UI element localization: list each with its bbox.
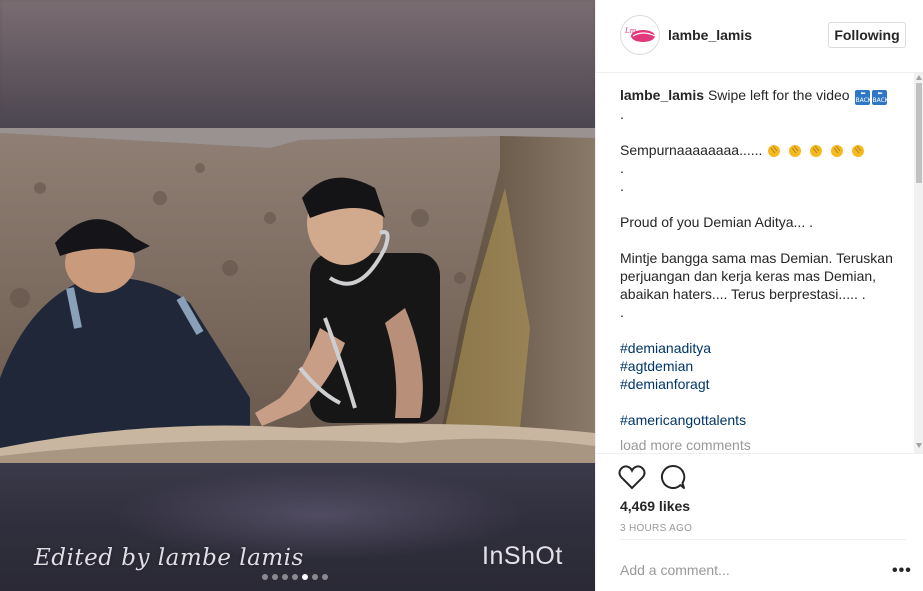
add-comment-bar: Add a comment... ••• — [620, 539, 911, 591]
caption-username[interactable]: lambe_lamis — [620, 87, 704, 103]
post-sidebar: Lm lambe_lamis Following lambe_lamis Swi… — [595, 0, 923, 591]
svg-text:Lm: Lm — [624, 27, 637, 35]
post-timestamp: 3 HOURS AGO — [620, 523, 693, 534]
back-arrow-icon: ⬅ BACK — [855, 90, 872, 105]
comment-bubble-icon[interactable] — [660, 464, 686, 490]
caption-text-line: abaikan haters.... Terus berprestasi....… — [620, 286, 866, 302]
caption-text-line: . — [620, 304, 624, 320]
caption-text-line: . — [620, 178, 624, 194]
following-button[interactable]: Following — [828, 22, 906, 48]
caption-text-line: Mintje bangga sama mas Demian. Teruskan — [620, 250, 893, 266]
hashtag-link[interactable]: #agtdemian — [620, 357, 905, 375]
carousel-dot — [272, 574, 278, 580]
caption-text-line — [620, 321, 905, 339]
caption-text: Swipe left for the video — [707, 87, 850, 103]
caption-text-line: Sempurnaaaaaaaa...... — [620, 141, 905, 159]
heart-icon[interactable] — [618, 464, 646, 490]
carousel-dot — [282, 574, 288, 580]
clapping-hands-icon — [831, 145, 843, 157]
edited-by-watermark: Edited by lambe lamis — [34, 545, 304, 571]
clapping-hands-icon — [789, 145, 802, 157]
post-header: Lm lambe_lamis Following — [596, 0, 923, 73]
comments-scrollbar[interactable] — [914, 73, 923, 453]
carousel-dot-active — [302, 574, 308, 580]
clap-emoji-group — [766, 142, 867, 158]
caption-text-line: Proud of you Demian Aditya... . — [620, 214, 813, 230]
clapping-hands-icon — [851, 145, 864, 157]
caption-text-line: perjuangan dan kerja keras mas Demian, — [620, 268, 877, 284]
caption-comments: lambe_lamis Swipe left for the video ⬅ BA… — [620, 86, 905, 452]
caption-text-line-content: Sempurnaaaaaaaa...... — [620, 142, 763, 158]
video-frame-image[interactable] — [0, 128, 595, 463]
caption-text-line — [620, 123, 905, 141]
likes-count[interactable]: 4,469 likes — [620, 498, 690, 514]
back-arrow-icon: ⬅ BACK — [872, 90, 889, 105]
caption-text-line — [620, 195, 905, 213]
caption-text-line: . — [620, 160, 624, 176]
carousel-dot — [322, 574, 328, 580]
carousel-dot — [312, 574, 318, 580]
scroll-down-arrow-icon[interactable] — [916, 443, 922, 448]
post-actions: 4,469 likes 3 HOURS AGO — [596, 453, 923, 534]
media-blur-top — [0, 0, 595, 128]
scroll-up-arrow-icon[interactable] — [916, 75, 922, 80]
more-options-icon[interactable]: ••• — [892, 562, 912, 580]
caption-text-line — [620, 393, 905, 411]
caption-line: lambe_lamis Swipe left for the video ⬅ BA… — [620, 86, 905, 105]
avatar[interactable]: Lm — [620, 15, 660, 55]
header-username[interactable]: lambe_lamis — [668, 27, 752, 43]
carousel-indicator — [262, 574, 328, 580]
pink-lips-avatar-icon: Lm — [624, 27, 656, 42]
carousel-dot — [262, 574, 268, 580]
hashtag-link[interactable]: #americangottalents — [620, 411, 905, 429]
scroll-thumb[interactable] — [916, 83, 922, 183]
load-more-comments-link[interactable]: load more comments — [620, 437, 751, 453]
post-media[interactable]: Edited by lambe lamis InShOt — [0, 0, 595, 591]
clapping-hands-icon — [768, 145, 781, 157]
add-comment-input[interactable]: Add a comment... — [620, 562, 730, 578]
clapping-hands-icon — [810, 145, 823, 157]
caption-text-line: . — [620, 106, 624, 122]
inshot-watermark: InShOt — [482, 542, 563, 570]
hashtag-link[interactable]: #demianaditya — [620, 339, 905, 357]
hashtag-link[interactable]: #demianforagt — [620, 375, 905, 393]
caption-text-line — [620, 231, 905, 249]
carousel-dot — [292, 574, 298, 580]
